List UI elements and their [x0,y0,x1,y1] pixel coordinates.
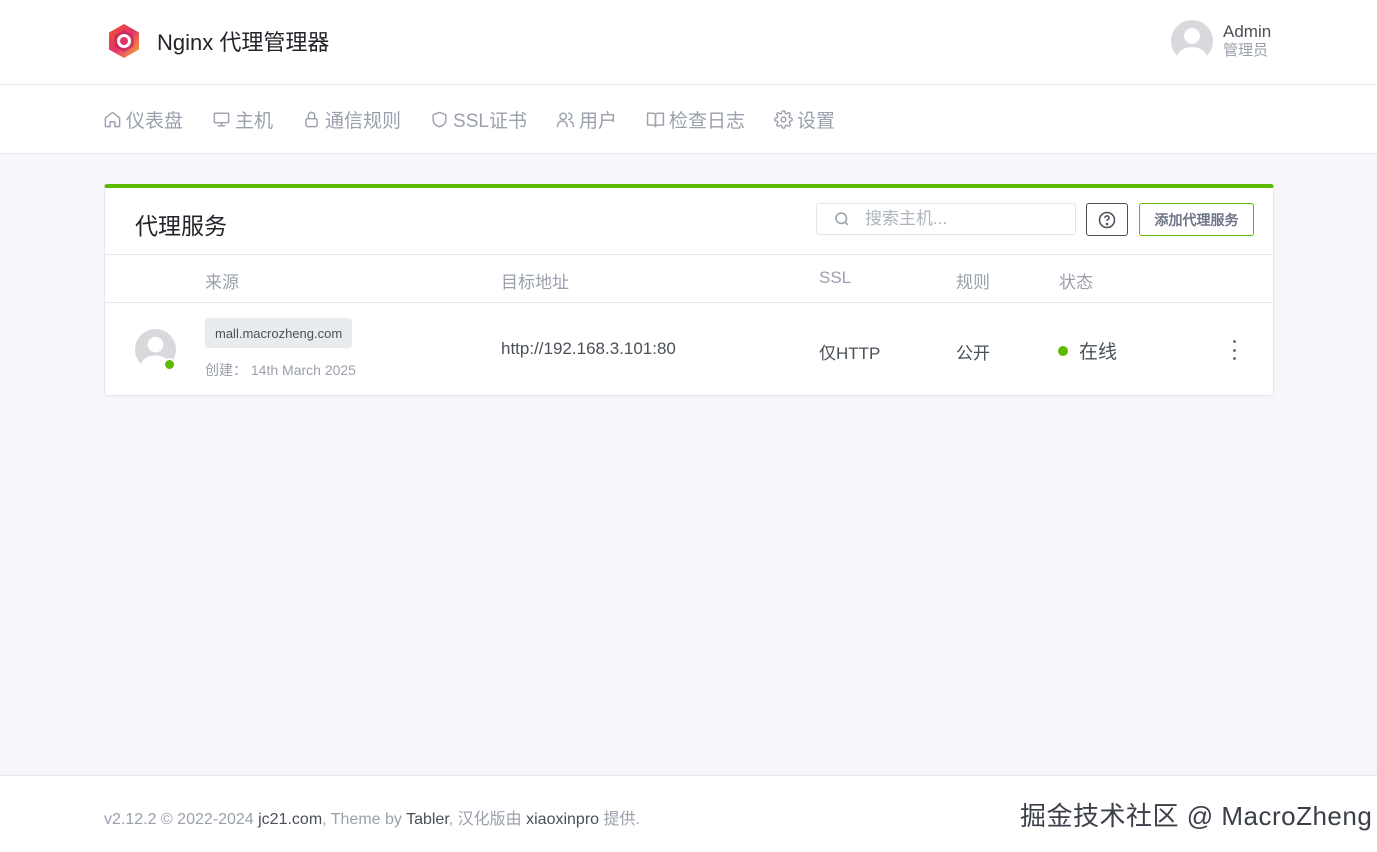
footer-link-tabler[interactable]: Tabler [406,811,449,828]
search-icon [835,212,849,226]
brand[interactable]: Nginx 代理管理器 [105,22,329,60]
search-box[interactable] [816,203,1076,235]
nav-item-audit-log[interactable]: 检查日志 [646,106,745,133]
watermark: 掘金技术社区 @ MacroZheng [1020,801,1373,831]
footer-link-xiaoxinpro[interactable]: xiaoxinpro [526,811,599,828]
nav-item-access-rules[interactable]: 通信规则 [302,106,401,133]
lock-icon [305,111,318,128]
help-circle-icon [1098,211,1116,228]
home-icon [104,111,121,128]
status-label: 在线 [1079,342,1118,363]
rules-value: 公开 [956,344,990,363]
nav-item-settings[interactable]: 设置 [774,106,835,133]
monitor-icon [213,112,230,127]
avatar [1171,20,1213,62]
nginx-logo-icon [109,24,139,58]
column-header-rules[interactable]: 规则 [956,268,990,293]
user-avatar-icon [1177,28,1207,62]
domain-tag[interactable]: mall.macrozheng.com [205,318,353,348]
footer-provided: 提供. [599,811,640,828]
nav-item-label: 通信规则 [325,111,402,132]
user-menu[interactable]: Admin 管理员 [1171,20,1271,62]
column-header-source[interactable]: 来源 [205,268,239,293]
nav-item-users[interactable]: 用户 [556,106,617,133]
add-proxy-host-button[interactable]: 添加代理服务 [1139,203,1254,236]
status-badge: 在线 [1058,337,1117,364]
footer-version: v2.12.2 © 2022-2024 [104,811,259,828]
footer-hanhua: , 汉化版由 [448,811,527,828]
status-dot [1058,345,1068,356]
book-icon [646,112,665,128]
nav-item-ssl-certificates[interactable]: SSL证书 [430,106,527,133]
row-actions-menu-icon[interactable] [1225,340,1243,360]
top-header: Nginx 代理管理器 Admin 管理员 [0,0,1377,85]
nav-item-label: 检查日志 [668,111,745,132]
footer-link-jc21[interactable]: jc21.com [258,811,322,828]
search-input[interactable] [865,209,1065,229]
gear-icon [774,110,793,129]
nav-item-dashboard[interactable]: 仪表盘 [103,106,183,133]
footer-theme-by: , Theme by [322,811,407,828]
column-header-ssl[interactable]: SSL [819,268,851,288]
nav-item-label: SSL证书 [453,111,527,132]
proxy-hosts-card: 代理服务 添加代理服务 来源 目标地址 SSL 规则 状态 mall.macro… [104,184,1274,396]
app-title: Nginx 代理管理器 [157,30,330,55]
help-button[interactable] [1086,203,1128,236]
nav-item-label: 设置 [797,111,836,132]
card-title: 代理服务 [135,213,227,239]
footer: v2.12.2 © 2022-2024 jc21.com, Theme by T… [0,775,1377,852]
table-row[interactable]: mall.macrozheng.com 创建： 14th March 2025 … [105,304,1273,396]
card-header: 代理服务 添加代理服务 [105,188,1273,255]
nav-item-label: 用户 [578,111,617,132]
user-role: 管理员 [1223,42,1269,60]
footer-text: v2.12.2 © 2022-2024 jc21.com, Theme by T… [104,805,640,829]
column-header-status[interactable]: 状态 [1059,268,1093,293]
main-nav: 仪表盘 主机 通信规则 SSL证书 用户 检查日志 设置 [0,85,1377,154]
nav-item-hosts[interactable]: 主机 [212,106,273,133]
shield-icon [432,111,447,128]
ssl-value: 仅HTTP [819,344,881,363]
created-date: 创建： 14th March 2025 [205,362,356,378]
column-header-target[interactable]: 目标地址 [501,268,569,293]
users-icon [556,112,575,128]
target-address: http://192.168.3.101:80 [501,339,676,358]
nav-item-label: 仪表盘 [126,111,184,132]
nav-item-label: 主机 [235,111,274,132]
user-name: Admin [1223,21,1272,41]
table-header: 来源 目标地址 SSL 规则 状态 [105,255,1273,303]
online-indicator [163,358,176,371]
